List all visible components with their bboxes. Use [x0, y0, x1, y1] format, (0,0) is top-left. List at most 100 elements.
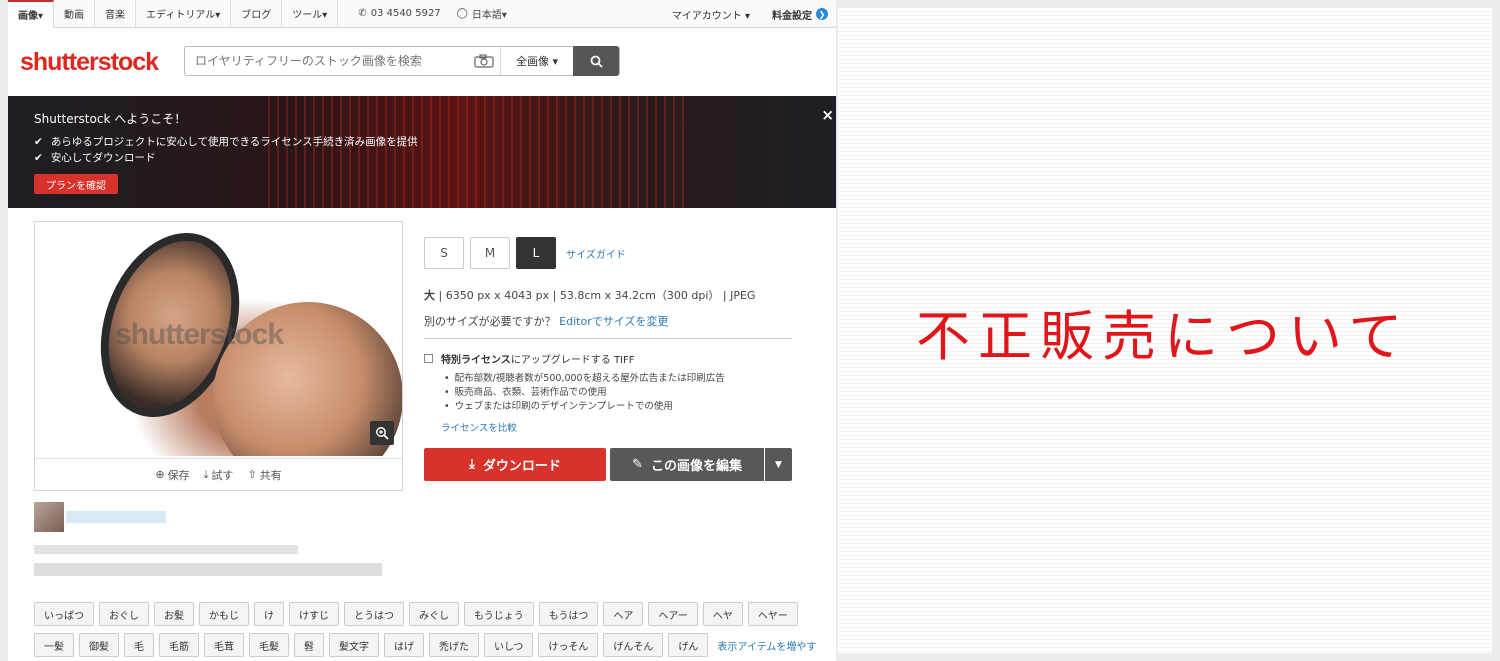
list-item: 配布部数/視聴者数が500,000を超える屋外広告または印刷広告 — [444, 372, 725, 386]
nav-tab-tools[interactable]: ツール▾ — [282, 0, 339, 28]
nav-tab-images[interactable]: 画像▾ — [8, 0, 55, 28]
license-text: にアップグレードする TIFF — [510, 355, 635, 366]
keyword-tag[interactable]: ヘヤー — [747, 602, 798, 626]
resize-link-text: でサイズを変更 — [591, 315, 669, 328]
pixel-dimensions: 6350 px x 4043 px — [445, 289, 550, 302]
size-option-l[interactable]: L — [516, 237, 556, 269]
view-plans-button[interactable]: プランを確認 — [34, 174, 118, 194]
nav-tab-editorial[interactable]: エディトリアル▾ — [136, 0, 232, 28]
show-more-link[interactable]: 表示アイテムを増やす — [717, 638, 816, 653]
nav-tab-music[interactable]: 音楽 — [95, 0, 137, 28]
keyword-tag[interactable]: みぐし — [409, 602, 459, 626]
size-option-s[interactable]: S — [424, 237, 464, 269]
keyword-tag[interactable]: ヘヤ — [702, 602, 743, 626]
banner-point-text: あらゆるプロジェクトに安心して使用できるライセンス手続き済み画像を提供 — [50, 136, 418, 148]
keyword-tag[interactable]: 毛 — [124, 633, 154, 657]
banner-title: Shutterstock へようこそ！ — [34, 112, 187, 126]
banner-point: ✔ あらゆるプロジェクトに安心して使用できるライセンス手続き済み画像を提供 — [34, 134, 418, 149]
editor-resize-link[interactable]: Editorでサイズを変更 — [559, 315, 668, 328]
keyword-tag[interactable]: かもじ — [199, 602, 249, 626]
keyword-tag[interactable]: ヘアー — [648, 602, 698, 626]
search-input[interactable] — [185, 47, 467, 75]
nav-tab-video[interactable]: 動画 — [54, 0, 96, 28]
editor-link-text: Editor — [559, 315, 592, 328]
search-bar: 全画像 ▾ — [184, 46, 620, 76]
save-button[interactable]: ⊕ 保存 — [155, 467, 189, 483]
logo[interactable]: shutterstock — [20, 48, 159, 77]
pricing-link[interactable]: 料金設定 ❯ — [772, 7, 828, 22]
keyword-tag[interactable]: 毛茸 — [204, 633, 244, 657]
phone-text: 03 4540 5927 — [370, 8, 441, 19]
language-label: 日本語▾ — [471, 10, 507, 21]
plus-circle-icon: ⊕ — [155, 468, 165, 481]
keyword-tag[interactable]: お髪 — [154, 602, 194, 626]
keyword-tag[interactable]: 一髪 — [34, 633, 74, 657]
try-button[interactable]: ⤓ 試す — [204, 467, 234, 483]
save-label: 保存 — [167, 468, 190, 482]
keyword-tags: いっぱつ おぐし お髪 かもじ け けすじ とうはつ みぐし もうじょう もうは… — [34, 602, 816, 661]
zoom-icon[interactable] — [370, 421, 394, 445]
stock-photo[interactable]: shutterstock — [35, 222, 402, 456]
nav-tab-blog[interactable]: ブログ — [231, 0, 283, 28]
header: shutterstock 全画像 ▾ — [8, 28, 836, 96]
keyword-tag[interactable]: おぐし — [99, 602, 149, 626]
share-button[interactable]: ⇧ 共有 — [247, 467, 281, 483]
download-icon: ⤓ — [469, 457, 475, 472]
compare-licenses-link[interactable]: ライセンスを比較 — [441, 420, 517, 434]
pricing-label: 料金設定 — [772, 10, 812, 22]
size-label: 大 — [424, 289, 435, 302]
keyword-tag[interactable]: はげ — [384, 633, 424, 657]
keyword-tag[interactable]: いっぱつ — [34, 602, 94, 626]
keyword-tag[interactable]: 御髪 — [79, 633, 119, 657]
caption-title: 不正販売について — [916, 305, 1411, 368]
license-benefits-list: 配布部数/視聴者数が500,000を超える屋外広告または印刷広告 販売商品、衣類… — [444, 372, 725, 414]
file-format: JPEG — [730, 289, 756, 302]
edit-label: この画像を編集 — [650, 459, 742, 474]
download-icon: ⤓ — [203, 467, 209, 481]
welcome-banner: Shutterstock へようこそ！ ✔ あらゆるプロジェクトに安心して使用で… — [8, 96, 836, 208]
keyword-tag[interactable]: いしつ — [484, 633, 534, 657]
size-option-m[interactable]: M — [470, 237, 510, 269]
keyword-tag[interactable]: とうはつ — [344, 602, 404, 626]
keyword-tag[interactable]: 毛筋 — [159, 633, 199, 657]
keyword-tag[interactable]: け — [254, 602, 284, 626]
enhanced-license-option: 特別ライセンスにアップグレードする TIFF — [424, 351, 635, 366]
share-icon: ⇧ — [247, 468, 257, 481]
license-title: 特別ライセンス — [441, 355, 511, 366]
keyword-tag[interactable]: 髫 — [294, 633, 324, 657]
shutterstock-screenshot: 画像▾ 動画 音楽 エディトリアル▾ ブログ ツール▾ ✆ 03 4540 59… — [8, 0, 836, 661]
banner-point: ✔ 安心してダウンロード — [34, 150, 156, 165]
phone-number: ✆ 03 4540 5927 — [358, 8, 440, 19]
keyword-tag[interactable]: けすじ — [289, 602, 339, 626]
check-icon: ✔ — [34, 135, 43, 148]
keyword-tag[interactable]: もうじょう — [464, 602, 534, 626]
edit-image-button[interactable]: ✎ この画像を編集 — [610, 448, 764, 481]
close-icon[interactable]: × — [821, 106, 834, 124]
my-account-link[interactable]: マイアカウント ▾ — [672, 7, 750, 22]
image-actions: ⊕ 保存 ⤓ 試す ⇧ 共有 — [35, 458, 402, 490]
image-description-line — [34, 563, 382, 576]
search-button[interactable] — [573, 46, 619, 76]
download-button[interactable]: ⤓ ダウンロード — [424, 448, 606, 481]
keyword-tag[interactable]: 毛髪 — [249, 633, 289, 657]
language-selector[interactable]: ◯ 日本語▾ — [457, 6, 507, 21]
license-checkbox[interactable] — [424, 354, 433, 363]
keyword-tag[interactable]: けっそん — [538, 633, 599, 657]
edit-icon: ✎ — [632, 457, 643, 472]
search-icon — [590, 55, 603, 68]
keyword-tag[interactable]: 禿げた — [429, 633, 479, 657]
contributor-avatar — [34, 502, 64, 532]
keyword-tag[interactable]: げんそん — [603, 633, 664, 657]
keyword-tag[interactable]: もうはつ — [538, 602, 599, 626]
keyword-tag[interactable]: げん — [668, 633, 709, 657]
size-guide-link[interactable]: サイズガイド — [566, 246, 626, 261]
banner-background-image — [268, 96, 688, 208]
list-item: ウェブまたは印刷のデザインテンプレートでの使用 — [444, 400, 725, 414]
search-scope-dropdown[interactable]: 全画像 ▾ — [501, 47, 573, 75]
keyword-tag[interactable]: 髪文字 — [329, 633, 379, 657]
chevron-down-icon[interactable]: ▼ — [765, 448, 792, 481]
image-description-line — [34, 545, 298, 554]
globe-icon: ◯ — [456, 8, 468, 19]
keyword-tag[interactable]: ヘア — [603, 602, 644, 626]
camera-icon[interactable] — [467, 47, 501, 75]
